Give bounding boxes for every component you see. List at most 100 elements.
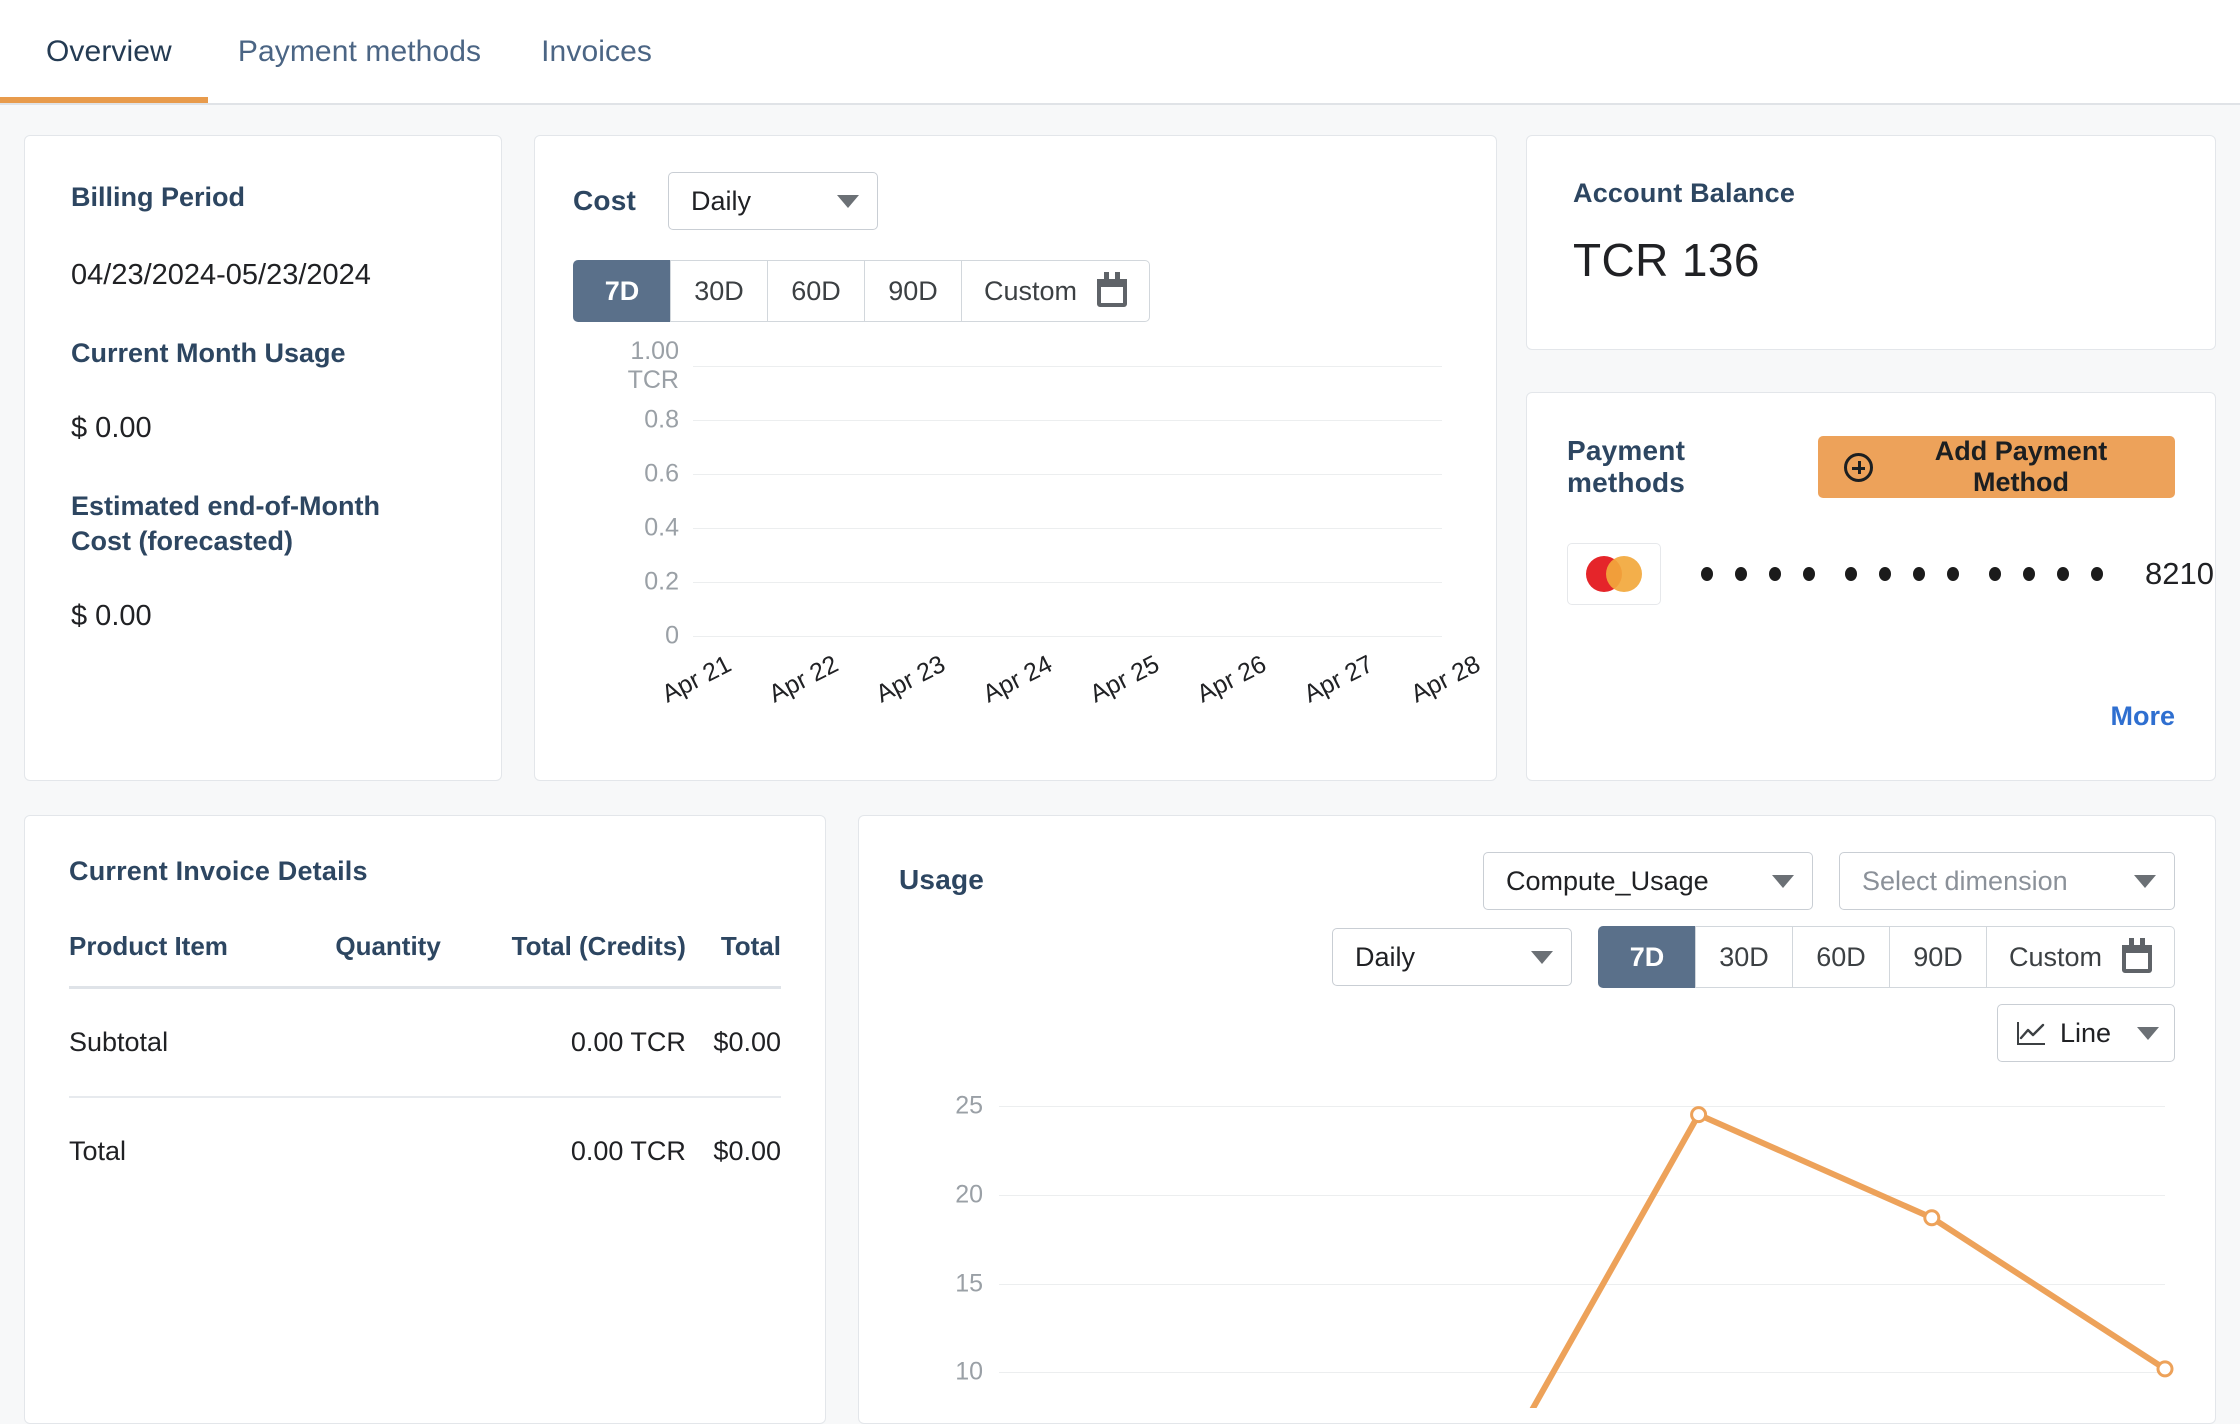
card-last4: 8210 [2145, 556, 2214, 591]
cost-range-segmented-control: 7D 30D 60D 90D Custom [573, 260, 1151, 322]
x-axis-tick: Apr 22 [764, 650, 843, 709]
chevron-down-icon [837, 194, 860, 208]
add-payment-method-label: Add Payment Method [1934, 436, 2108, 497]
usage-range-row: Daily 7D 30D 60D 90D Custom [1331, 926, 2175, 988]
forecast-label: Estimated end-of-Month Cost (forecasted) [71, 489, 455, 558]
usage-metric-select[interactable]: Compute_Usage [1483, 852, 1813, 910]
forecast-value: $ 0.00 [71, 600, 152, 633]
account-balance-card: Account Balance TCR 136 [1526, 135, 2216, 350]
gridline [693, 474, 1442, 475]
chevron-down-icon [1772, 874, 1794, 888]
account-balance-title: Account Balance [1573, 178, 1796, 208]
y-axis-tick: 1.00 TCR [627, 337, 679, 394]
usage-range-30d-label: 30D [1719, 941, 1769, 972]
usage-range-custom-label: Custom [2008, 941, 2102, 972]
cost-range-30d[interactable]: 30D [670, 260, 767, 322]
usage-range-segmented-control: 7D 30D 60D 90D Custom [1597, 926, 2175, 988]
gridline [693, 528, 1442, 529]
payment-methods-card: Payment methods Add Payment Method 8210 … [1526, 392, 2216, 781]
usage-card: Usage Compute_Usage Select dimension Dai… [858, 815, 2216, 1424]
cost-card: Cost Daily 7D 30D 60D 90D Custom 0 0.2 0… [534, 135, 1497, 781]
usage-granularity-select[interactable]: Daily [1331, 928, 1572, 986]
usage-range-60d[interactable]: 60D [1791, 926, 1889, 988]
cost-range-60d[interactable]: 60D [767, 260, 864, 322]
cost-range-90d[interactable]: 90D [864, 260, 961, 322]
mastercard-icon [1586, 556, 1642, 592]
y-axis-tick: 0.8 [644, 405, 679, 434]
cell-credits: 0.00 TCR [440, 987, 686, 1098]
y-axis-tick: 0.6 [644, 459, 679, 488]
x-axis-tick: Apr 21 [657, 650, 736, 709]
gridline [693, 582, 1442, 583]
card-brand-box [1567, 543, 1661, 605]
billing-period-value: 04/23/2024-05/23/2024 [71, 258, 371, 291]
cost-granularity-select[interactable]: Daily [668, 172, 879, 230]
line-chart-icon [2017, 1022, 2045, 1045]
x-axis-tick: Apr 24 [978, 650, 1057, 709]
tab-payment-methods[interactable]: Payment methods [208, 0, 511, 103]
payment-method-row[interactable]: 8210 [1567, 543, 2214, 605]
current-invoice-details-card: Current Invoice Details Product Item Qua… [24, 815, 826, 1424]
cell-quantity [292, 987, 441, 1098]
cost-range-7d[interactable]: 7D [573, 260, 670, 322]
invoice-table: Product Item Quantity Total (Credits) To… [69, 931, 781, 1205]
cell-total: $0.00 [713, 1136, 781, 1166]
usage-range-7d-label: 7D [1629, 941, 1665, 972]
usage-range-90d[interactable]: 90D [1888, 926, 1986, 988]
tab-overview[interactable]: Overview [0, 0, 208, 103]
cost-card-header: Cost Daily [573, 172, 1458, 230]
forecast-label-line2: Cost (forecasted) [71, 525, 294, 556]
cell-credits: 0.00 TCR [570, 1136, 686, 1166]
tab-invoices-label: Invoices [541, 34, 652, 68]
usage-range-30d[interactable]: 30D [1694, 926, 1792, 988]
add-payment-method-button[interactable]: Add Payment Method [1818, 436, 2175, 498]
usage-range-60d-label: 60D [1816, 941, 1866, 972]
plus-circle-icon [1844, 452, 1874, 482]
tab-payment-methods-label: Payment methods [237, 34, 482, 68]
chevron-down-icon [1530, 950, 1553, 964]
chevron-down-icon [2134, 874, 2156, 888]
cost-chart-x-axis: Apr 21 Apr 22 Apr 23 Apr 24 Apr 25 Apr 26 Apr … [573, 636, 1484, 746]
cost-range-custom[interactable]: Custom [961, 260, 1151, 322]
col-product-item: Product Item [69, 931, 293, 989]
tab-invoices[interactable]: Invoices [511, 0, 682, 103]
invoice-table-header-row: Product Item Quantity Total (Credits) To… [69, 931, 781, 989]
usage-range-90d-label: 90D [1913, 941, 1963, 972]
usage-range-7d[interactable]: 7D [1597, 926, 1695, 988]
gridline [693, 366, 1442, 367]
y-axis-tick: 0.4 [644, 513, 679, 542]
usage-controls: Compute_Usage Select dimension Daily 7D … [1331, 852, 2175, 1062]
gridline [693, 420, 1442, 421]
usage-dimension-select[interactable]: Select dimension [1839, 852, 2175, 910]
x-axis-tick: Apr 25 [1085, 650, 1164, 709]
cost-range-60d-label: 60D [791, 275, 841, 306]
usage-chart-type-value: Line [2060, 1017, 2112, 1048]
cost-granularity-value: Daily [691, 185, 752, 216]
usage-title: Usage [899, 864, 985, 895]
x-axis-tick: Apr 28 [1406, 650, 1485, 709]
current-month-usage-value: $ 0.00 [71, 412, 152, 445]
billing-overview-page: Overview Payment methods Invoices Billin… [0, 0, 2240, 1424]
usage-chart-type-select[interactable]: Line [1997, 1004, 2175, 1062]
usage-chart: 10 15 20 25 [899, 1088, 2175, 1408]
table-row: Total 0.00 TCR $0.00 [69, 1097, 781, 1205]
cell-quantity [293, 1097, 441, 1205]
cost-chart: 0 0.2 0.4 0.6 0.8 1.00 TCR [573, 337, 1458, 650]
usage-card-header: Usage Compute_Usage Select dimension Dai… [899, 852, 2175, 1062]
cost-range-30d-label: 30D [694, 275, 744, 306]
usage-dimension-placeholder: Select dimension [1862, 865, 2068, 896]
x-axis-tick: Apr 23 [871, 650, 950, 709]
more-payment-methods-link[interactable]: More [2110, 701, 2175, 732]
y-axis-tick: 0.2 [644, 567, 679, 596]
usage-granularity-value: Daily [1354, 941, 1415, 972]
chevron-down-icon [2137, 1026, 2160, 1040]
usage-range-custom[interactable]: Custom [1985, 926, 2175, 988]
usage-selectors-row: Compute_Usage Select dimension [1483, 852, 2175, 910]
usage-chart-type-row: Line [1997, 1004, 2175, 1062]
current-month-usage-label: Current Month Usage [71, 337, 346, 368]
tab-bar: Overview Payment methods Invoices [0, 0, 2240, 105]
col-total-credits: Total (Credits) [440, 931, 686, 989]
cost-range-custom-label: Custom [984, 275, 1078, 306]
usage-line-series [1529, 1106, 2174, 1408]
invoice-title: Current Invoice Details [69, 856, 368, 886]
